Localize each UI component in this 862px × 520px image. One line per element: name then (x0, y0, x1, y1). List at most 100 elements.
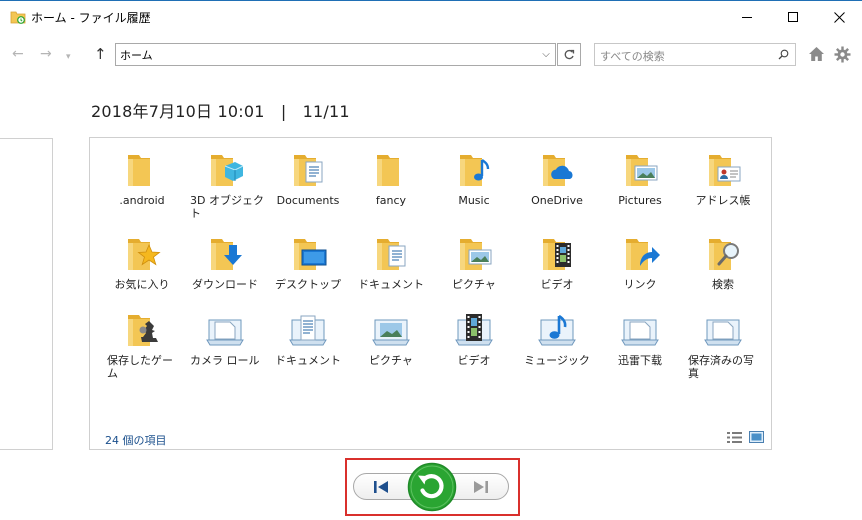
file-label: リンク (623, 278, 657, 291)
file-item[interactable]: カメラ ロール (186, 310, 264, 367)
folder-documents-icon (371, 234, 411, 274)
file-item[interactable]: OneDrive (518, 150, 596, 207)
restore-icon (407, 462, 457, 512)
file-item[interactable]: Pictures (601, 150, 679, 207)
file-label: ピクチャ (369, 354, 413, 367)
library-documents-icon (288, 310, 328, 350)
file-label: Documents (276, 194, 340, 207)
file-label: カメラ ロール (190, 354, 260, 367)
close-button[interactable] (816, 2, 862, 32)
file-label: .android (119, 194, 165, 207)
file-item[interactable]: 3D オブジェクト (186, 150, 264, 220)
forward-button[interactable]: → (40, 46, 52, 62)
folder-desktop-icon (288, 234, 328, 274)
folder-favorites-icon (122, 234, 162, 274)
file-item[interactable]: お気に入り (103, 234, 181, 291)
file-label: Music (458, 194, 490, 207)
restore-button[interactable] (407, 462, 457, 512)
next-version-button[interactable] (472, 479, 490, 495)
gear-icon[interactable] (834, 46, 851, 63)
file-label: デスクトップ (275, 278, 341, 291)
library-music-icon (537, 310, 577, 350)
file-label: ダウンロード (192, 278, 258, 291)
file-label: 検索 (712, 278, 734, 291)
previous-version-icon (374, 481, 388, 493)
file-item[interactable]: ミュージック (518, 310, 596, 367)
magnifier-icon (778, 49, 789, 60)
folder-onedrive-icon (537, 150, 577, 190)
folder-music-icon (454, 150, 494, 190)
file-label: アドレス帳 (695, 194, 751, 207)
address-value: ホーム (120, 49, 153, 62)
window-title: ホーム - ファイル履歴 (31, 11, 151, 25)
previous-version-button[interactable] (372, 479, 390, 495)
chevron-down-icon: ⌵ (542, 49, 550, 60)
library-icon (620, 310, 660, 350)
previous-version-panel[interactable] (0, 138, 53, 450)
library-pictures-icon (371, 310, 411, 350)
address-bar[interactable]: ホーム ⌵ (115, 43, 556, 66)
file-item[interactable]: fancy (352, 150, 430, 207)
file-label: Pictures (618, 194, 662, 207)
search-placeholder: すべての検索 (600, 50, 665, 63)
minimize-button[interactable] (724, 2, 770, 32)
folder-pictures-icon (620, 150, 660, 190)
folder-icon (371, 150, 411, 190)
file-item[interactable]: Documents (269, 150, 347, 207)
file-label: ドキュメント (275, 354, 341, 367)
file-label: ピクチャ (452, 278, 496, 291)
refresh-button[interactable] (557, 43, 581, 66)
arrow-up-icon: ↑ (94, 45, 107, 63)
file-label: 保存したゲーム (107, 354, 173, 380)
file-item[interactable]: ピクチャ (435, 234, 513, 291)
file-item[interactable]: ピクチャ (352, 310, 430, 367)
folder-links-icon (620, 234, 660, 274)
file-item[interactable]: デスクトップ (269, 234, 347, 291)
file-item[interactable]: ダウンロード (186, 234, 264, 291)
navigation-bar: ← → ▾ ↑ ホーム ⌵ すべての検索 (0, 38, 862, 72)
folder-saved-games-icon (122, 310, 162, 350)
folder-3d-objects-icon (205, 150, 245, 190)
maximize-button[interactable] (770, 2, 816, 32)
minimize-icon (742, 16, 752, 18)
file-label: 迅雷下载 (618, 354, 662, 367)
file-item[interactable]: 迅雷下载 (601, 310, 679, 367)
file-item[interactable]: 検索 (684, 234, 762, 291)
library-camera-roll-icon (205, 310, 245, 350)
back-button[interactable]: ← (12, 46, 24, 62)
folder-icon (122, 150, 162, 190)
item-count: 24 個の項目 (105, 434, 167, 447)
folder-searches-icon (703, 234, 743, 274)
library-videos-icon (454, 310, 494, 350)
file-item[interactable]: 保存済みの写真 (684, 310, 762, 380)
file-item[interactable]: リンク (601, 234, 679, 291)
home-icon[interactable] (808, 46, 825, 62)
up-button[interactable]: ↑ (94, 46, 107, 62)
file-label: ドキュメント (358, 278, 424, 291)
details-view-icon[interactable] (727, 432, 742, 443)
recent-locations-button[interactable]: ▾ (66, 49, 71, 65)
chevron-down-icon: ▾ (66, 52, 71, 62)
file-label: fancy (375, 194, 407, 207)
file-label: お気に入り (114, 278, 170, 291)
arrow-left-icon: ← (12, 46, 24, 62)
library-saved-pictures-icon (703, 310, 743, 350)
folder-downloads-icon (205, 234, 245, 274)
folder-pictures-icon (454, 234, 494, 274)
file-item[interactable]: ビデオ (435, 310, 513, 367)
search-input[interactable]: すべての検索 (594, 43, 796, 66)
file-item[interactable]: ドキュメント (269, 310, 347, 367)
file-item[interactable]: 保存したゲーム (103, 310, 181, 380)
file-label: 保存済みの写真 (688, 354, 754, 380)
file-item[interactable]: Music (435, 150, 513, 207)
address-dropdown-button[interactable]: ⌵ (537, 44, 555, 65)
file-label: ビデオ (457, 354, 491, 367)
file-item[interactable]: .android (103, 150, 181, 207)
large-icons-view-icon[interactable] (749, 431, 764, 443)
file-view-panel: .android 3D オブジェクト Documents fancy Music OneD… (89, 137, 772, 450)
file-item[interactable]: ドキュメント (352, 234, 430, 291)
folder-contacts-icon (703, 150, 743, 190)
file-item[interactable]: ビデオ (518, 234, 596, 291)
file-item[interactable]: アドレス帳 (684, 150, 762, 207)
next-version-icon (474, 481, 488, 493)
